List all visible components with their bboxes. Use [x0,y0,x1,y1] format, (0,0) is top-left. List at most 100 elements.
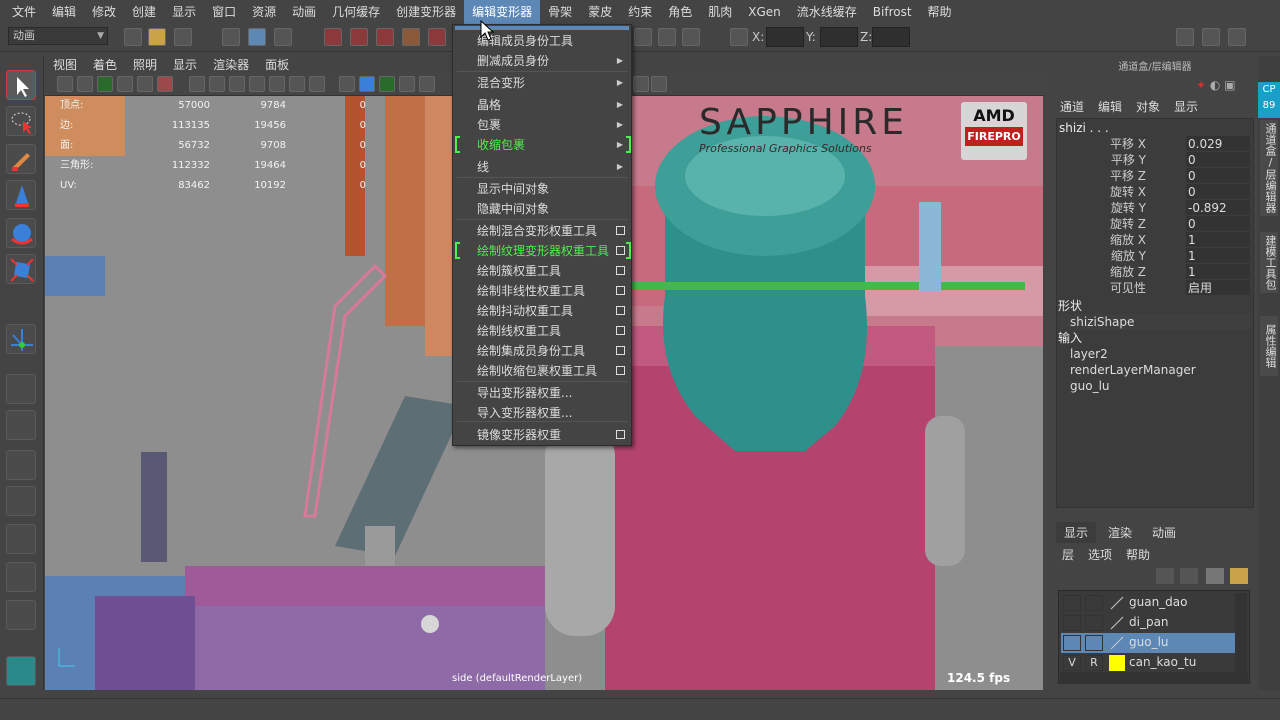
channel-attr-value[interactable]: 0 [1186,168,1250,183]
menu-18[interactable]: Bifrost [865,0,920,24]
menu-item[interactable]: 包裹 ▶ [453,115,631,135]
four-view-icon[interactable] [6,410,36,440]
menu-8[interactable]: 几何缓存 [324,0,388,24]
layer-row[interactable]: di_pan [1061,613,1235,633]
layer-render-toggle[interactable] [1085,635,1103,651]
viewport-menu-item[interactable]: 渲染器 [205,56,257,74]
menu-item[interactable]: 隐藏中间对象 [453,199,631,219]
menu-item[interactable]: 绘制混合变形权重工具 [453,221,631,241]
graph-editor-icon[interactable] [6,562,36,592]
menu-1[interactable]: 编辑 [44,0,84,24]
menu-7[interactable]: 动画 [284,0,324,24]
grease-pencil-icon[interactable] [157,76,173,92]
channel-attr-row[interactable]: 缩放 Z 1 [1060,264,1250,280]
menu-item[interactable]: 导出变形器权重... [453,383,631,403]
channel-menu-item[interactable]: 通道 [1060,98,1084,115]
channel-attr-value[interactable]: 启用 [1186,280,1250,295]
float-icon[interactable]: ▣ [1224,78,1235,92]
menu-item[interactable]: 绘制收缩包裹权重工具 [453,361,631,381]
shape-name[interactable]: shiziShape [1058,314,1252,330]
render-settings-icon[interactable] [682,28,700,46]
menu-item[interactable]: 绘制纹理变形器权重工具 [453,241,631,261]
new-scene-icon[interactable] [124,28,142,46]
layer-color-swatch[interactable] [1109,595,1125,611]
input-item[interactable]: layer2 [1058,346,1252,362]
input-item[interactable]: renderLayerManager [1058,362,1252,378]
2d-pan-icon[interactable] [137,76,153,92]
menu-9[interactable]: 创建变形器 [388,0,464,24]
layer-row[interactable]: guan_dao [1061,593,1235,613]
channel-attr-row[interactable]: 可见性 启用 [1060,280,1250,296]
bookmark-icon[interactable] [97,76,113,92]
menu-item[interactable]: 绘制抖动权重工具 [453,301,631,321]
option-box-icon[interactable] [616,246,625,255]
menu-item[interactable]: 镜像变形器权重 [453,425,631,445]
menu-item[interactable]: 混合变形 ▶ [453,73,631,93]
channel-menu-item[interactable]: 显示 [1174,98,1198,115]
side-tab[interactable]: 属性编辑器 [1260,316,1278,376]
channel-attr-row[interactable]: 平移 Y 0 [1060,152,1250,168]
option-box-icon[interactable] [616,346,625,355]
layer-row[interactable]: guo_lu [1061,633,1235,653]
wireframe-on-shaded-icon[interactable] [379,76,395,92]
viewport-menu-item[interactable]: 显示 [165,56,205,74]
side-by-side-icon[interactable] [6,450,36,480]
grid-icon[interactable] [189,76,205,92]
option-box-icon[interactable] [616,266,625,275]
menu-16[interactable]: XGen [740,0,789,24]
attribute-editor-icon[interactable] [1202,28,1220,46]
layer-visibility-toggle[interactable] [1063,615,1081,631]
paint-select-icon[interactable] [6,144,36,174]
save-scene-icon[interactable] [174,28,192,46]
layer-menu-item[interactable]: 层 [1062,546,1074,563]
menu-item[interactable]: 绘制集成员身份工具 [453,341,631,361]
menu-10[interactable]: 编辑变形器 [464,0,541,24]
menu-17[interactable]: 流水线缓存 [789,0,865,24]
film-gate-icon[interactable] [209,76,225,92]
lasso-tool-icon[interactable] [6,106,36,136]
select-hierarchy-icon[interactable] [222,28,240,46]
single-view-icon[interactable] [6,374,36,404]
menu-13[interactable]: 约束 [620,0,660,24]
channel-attr-row[interactable]: 缩放 X 1 [1060,232,1250,248]
pin-icon[interactable]: ✦ [1196,78,1206,92]
layer-scrollbar[interactable] [1235,593,1247,681]
layer-menu-item[interactable]: 选项 [1088,546,1112,563]
layer-render-toggle[interactable] [1085,595,1103,611]
y-field[interactable] [820,27,858,47]
persp-graph-icon[interactable] [6,486,36,516]
move-tool-icon[interactable] [6,180,36,210]
gate-mask-icon[interactable] [249,76,265,92]
layer-color-swatch[interactable] [1109,655,1125,671]
viewport-menu-item[interactable]: 着色 [85,56,125,74]
layer-visibility-toggle[interactable] [1063,595,1081,611]
channel-menu-item[interactable]: 对象 [1136,98,1160,115]
menu-2[interactable]: 修改 [84,0,124,24]
select-component-icon[interactable] [274,28,292,46]
channel-attr-row[interactable]: 旋转 X 0 [1060,184,1250,200]
camera-select-icon[interactable] [57,76,73,92]
channel-attr-value[interactable]: 1 [1186,264,1250,279]
snap-point-icon[interactable] [376,28,394,46]
channel-attr-row[interactable]: 旋转 Z 0 [1060,216,1250,232]
menu-15[interactable]: 肌肉 [700,0,740,24]
option-box-icon[interactable] [616,430,625,439]
menu-item[interactable]: 晶格 ▶ [453,95,631,115]
option-box-icon[interactable] [616,366,625,375]
menu-14[interactable]: 角色 [660,0,700,24]
side-tab[interactable]: 通道盒/层编辑器 [1260,120,1278,216]
layer-row[interactable]: V Rcan_kao_tu [1061,653,1235,673]
snap-live-icon[interactable] [428,28,446,46]
layer-visibility-toggle[interactable] [1063,635,1081,651]
menu-4[interactable]: 显示 [164,0,204,24]
menu-12[interactable]: 蒙皮 [580,0,620,24]
side-tab[interactable]: 建模工具包 [1260,232,1278,293]
channel-attr-row[interactable]: 旋转 Y -0.892 [1060,200,1250,216]
option-box-icon[interactable] [616,326,625,335]
menu-item[interactable]: 线 ▶ [453,157,631,177]
snap-curve-icon[interactable] [350,28,368,46]
channel-attr-value[interactable]: 1 [1186,232,1250,247]
menu-6[interactable]: 资源 [244,0,284,24]
menu-item[interactable]: 绘制线权重工具 [453,321,631,341]
menu-item[interactable]: 绘制非线性权重工具 [453,281,631,301]
